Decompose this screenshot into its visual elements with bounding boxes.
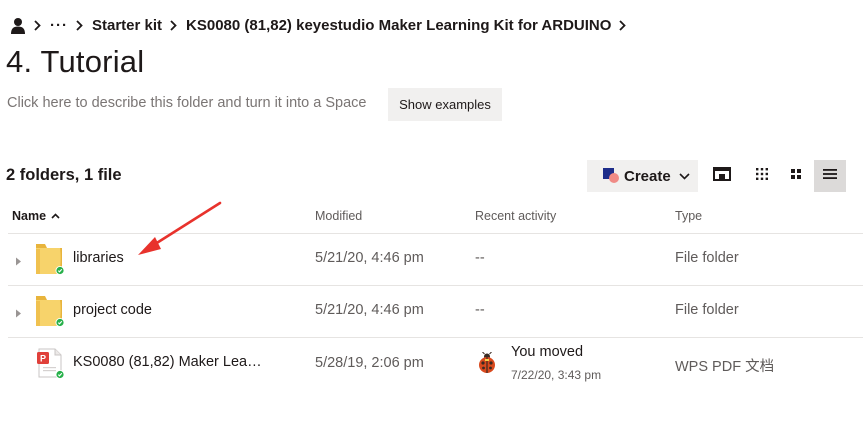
grid-small-view-button[interactable]: [746, 160, 778, 192]
table-row[interactable]: P KS0080 (81,82) Maker Lea… 5/28/19, 2:0…: [0, 337, 868, 389]
column-header-modified[interactable]: Modified: [315, 209, 362, 223]
folder-info-button[interactable]: [706, 160, 738, 192]
file-name[interactable]: libraries: [73, 250, 124, 266]
breadcrumb-item-kit[interactable]: KS0080 (81,82) keyestudio Maker Learning…: [186, 17, 611, 34]
item-count: 2 folders, 1 file: [6, 166, 122, 184]
chevron-down-icon: [679, 172, 690, 180]
list-view-button[interactable]: [814, 160, 846, 192]
chevron-right-icon: [76, 19, 83, 31]
table-row[interactable]: project code 5/21/20, 4:46 pm -- File fo…: [0, 285, 868, 337]
sort-ascending-icon: [51, 213, 60, 219]
list-view-icon: [822, 167, 838, 185]
modified-date: 5/21/20, 4:46 pm: [315, 302, 424, 318]
chevron-right-icon: [170, 19, 177, 31]
file-type: File folder: [675, 250, 739, 266]
breadcrumb-overflow-button[interactable]: ···: [50, 17, 68, 34]
grid-small-icon: [755, 167, 769, 186]
show-examples-button[interactable]: Show examples: [388, 88, 502, 121]
breadcrumb-item-starter-kit[interactable]: Starter kit: [92, 17, 162, 34]
file-name[interactable]: project code: [73, 302, 152, 318]
expand-triangle-icon[interactable]: [15, 305, 22, 323]
grid-large-view-button[interactable]: [780, 160, 812, 192]
recent-activity: --: [475, 250, 485, 266]
create-logo-icon: [603, 168, 619, 184]
annotation-arrow-icon: [138, 201, 222, 255]
svg-text:P: P: [40, 354, 46, 364]
file-type: File folder: [675, 302, 739, 318]
create-label: Create: [624, 167, 671, 185]
recent-activity: --: [475, 302, 485, 318]
folder-info-icon: [713, 166, 731, 187]
expand-triangle-icon[interactable]: [15, 253, 22, 271]
grid-large-icon: [789, 167, 803, 186]
modified-date: 5/28/19, 2:06 pm: [315, 355, 424, 371]
file-name[interactable]: KS0080 (81,82) Maker Lea…: [73, 354, 262, 370]
folder-icon: [34, 292, 66, 328]
pdf-file-icon: P: [34, 344, 66, 380]
person-icon[interactable]: [10, 17, 26, 34]
column-header-recent-activity[interactable]: Recent activity: [475, 209, 556, 223]
column-header-name[interactable]: Name: [12, 209, 60, 223]
create-button[interactable]: Create: [587, 160, 698, 192]
modified-date: 5/21/20, 4:46 pm: [315, 250, 424, 266]
folder-icon: [34, 240, 66, 276]
folder-description-prompt[interactable]: Click here to describe this folder and t…: [7, 95, 366, 111]
activity-date: 7/22/20, 3:43 pm: [511, 368, 602, 382]
chevron-right-icon: [34, 19, 41, 31]
breadcrumb: ··· Starter kit KS0080 (81,82) keyestudi…: [10, 14, 635, 36]
activity-title: You moved: [511, 344, 584, 360]
file-type: WPS PDF 文档: [675, 359, 775, 375]
chevron-right-icon[interactable]: [619, 19, 627, 31]
page-title: 4. Tutorial: [6, 44, 145, 79]
ladybug-avatar-icon: [476, 351, 498, 374]
column-header-type[interactable]: Type: [675, 209, 702, 223]
